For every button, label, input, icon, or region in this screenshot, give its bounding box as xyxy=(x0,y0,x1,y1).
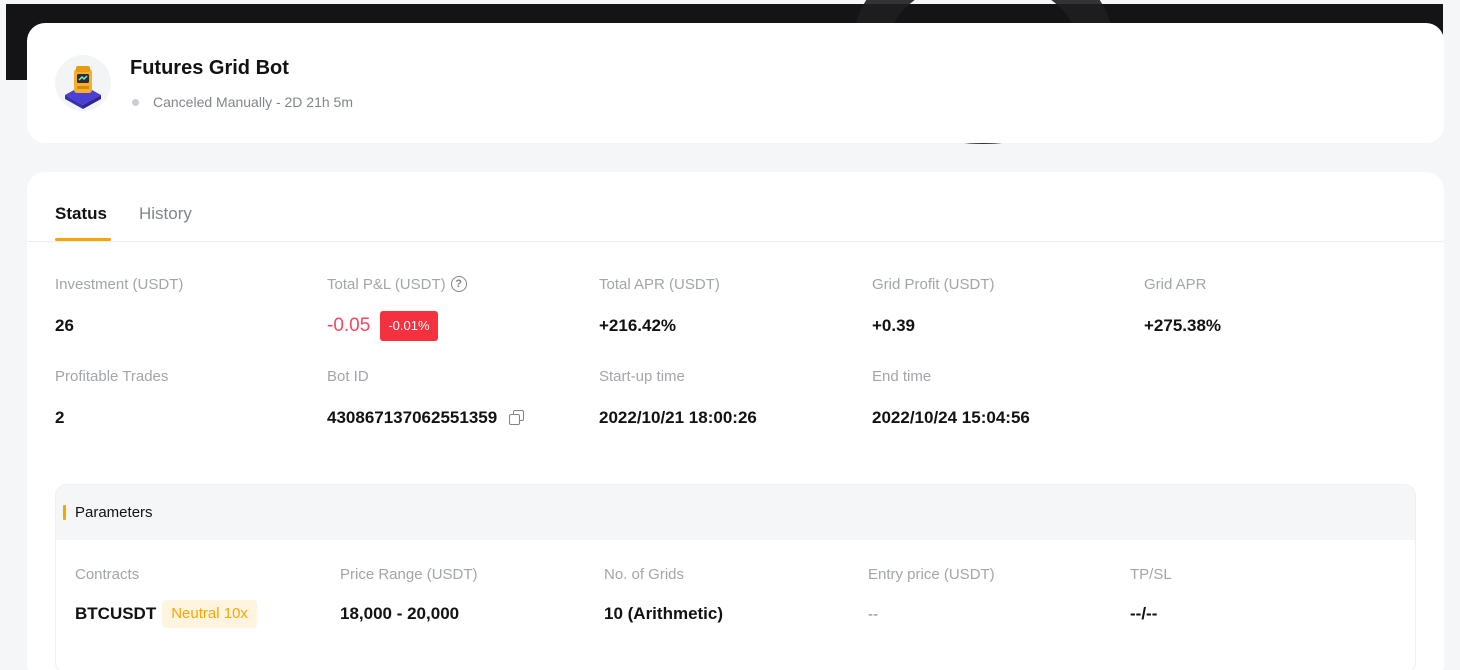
tab-bar: Status History xyxy=(27,172,1444,242)
mode-badge: Neutral 10x xyxy=(162,600,257,628)
param-value: 18,000 - 20,000 xyxy=(340,604,460,623)
parameters-panel: Parameters Contracts BTCUSDT Neutral 10x… xyxy=(55,484,1416,670)
pnl-percent-badge: -0.01% xyxy=(380,311,438,341)
stat-start-time: Start-up time 2022/10/21 18:00:26 xyxy=(599,365,757,433)
robot-icon xyxy=(55,55,111,111)
stat-bot-id: Bot ID 430867137062551359 xyxy=(327,365,525,433)
parameters-header: Parameters xyxy=(56,485,1415,540)
param-label: Entry price (USDT) xyxy=(868,565,995,583)
stat-grid-apr: Grid APR +275.38% xyxy=(1144,273,1221,341)
stat-value: +216.42% xyxy=(599,316,677,335)
stat-label: Grid APR xyxy=(1144,275,1207,293)
stat-value: 2022/10/21 18:00:26 xyxy=(599,408,757,427)
stat-value: +0.39 xyxy=(872,316,916,335)
param-contracts: Contracts BTCUSDT Neutral 10x xyxy=(75,563,257,629)
active-tab-indicator xyxy=(55,238,111,241)
param-label: TP/SL xyxy=(1130,565,1172,583)
bot-header-card: Futures Grid Bot Canceled Manually - 2D … xyxy=(27,23,1444,143)
stat-label: Grid Profit (USDT) xyxy=(872,275,995,293)
stat-value: 2022/10/24 15:04:56 xyxy=(872,408,1030,427)
stat-grid-profit: Grid Profit (USDT) +0.39 xyxy=(872,273,995,341)
total-pnl-value: -0.05 xyxy=(327,315,371,336)
question-icon[interactable]: ? xyxy=(450,276,467,292)
bot-status-text: Canceled Manually - 2D 21h 5m xyxy=(153,94,353,110)
stat-total-pnl: Total P&L (USDT) ? -0.05 -0.01% xyxy=(327,273,467,341)
param-entry-price: Entry price (USDT) -- xyxy=(868,563,995,629)
param-price-range: Price Range (USDT) 18,000 - 20,000 xyxy=(340,563,478,629)
bot-id-value: 430867137062551359 xyxy=(327,408,498,427)
param-label: No. of Grids xyxy=(604,565,685,583)
stat-profitable-trades: Profitable Trades 2 xyxy=(55,365,168,433)
param-value: BTCUSDT Neutral 10x xyxy=(75,599,257,629)
param-label: Price Range (USDT) xyxy=(340,565,478,583)
parameters-title: Parameters xyxy=(75,504,153,521)
stat-value: 26 xyxy=(55,316,74,335)
stat-label: Total APR (USDT) xyxy=(599,275,720,293)
stat-value: 2 xyxy=(55,408,65,427)
stat-label: Start-up time xyxy=(599,367,685,385)
param-tpsl: TP/SL --/-- xyxy=(1130,563,1172,629)
param-value: 10 (Arithmetic) xyxy=(604,604,724,623)
stat-label: End time xyxy=(872,367,932,385)
stat-total-apr: Total APR (USDT) +216.42% xyxy=(599,273,720,341)
copy-icon[interactable] xyxy=(509,410,525,426)
tab-history[interactable]: History xyxy=(139,204,192,224)
total-pnl-label: Total P&L (USDT) xyxy=(327,275,446,293)
param-value: --/-- xyxy=(1130,604,1158,623)
stat-value: +275.38% xyxy=(1144,316,1222,335)
bot-title: Futures Grid Bot xyxy=(130,57,289,79)
section-accent-bar xyxy=(63,505,66,520)
stat-label: Total P&L (USDT) ? xyxy=(327,273,467,295)
contract-symbol: BTCUSDT xyxy=(75,604,157,623)
stat-value: -0.05 -0.01% xyxy=(327,311,467,341)
bot-detail-card: Status History Investment (USDT) 26 Tota… xyxy=(27,172,1444,670)
status-dot-icon xyxy=(132,98,139,106)
stat-label: Profitable Trades xyxy=(55,367,169,385)
stat-label: Bot ID xyxy=(327,367,369,385)
stat-label: Investment (USDT) xyxy=(55,275,184,293)
stat-value: 430867137062551359 xyxy=(327,403,525,433)
stat-end-time: End time 2022/10/24 15:04:56 xyxy=(872,365,1030,433)
stat-investment: Investment (USDT) 26 xyxy=(55,273,183,341)
tab-status[interactable]: Status xyxy=(55,204,107,224)
param-label: Contracts xyxy=(75,565,140,583)
param-grids: No. of Grids 10 (Arithmetic) xyxy=(604,563,723,629)
bot-status: Canceled Manually - 2D 21h 5m xyxy=(130,94,353,110)
param-value: -- xyxy=(868,605,878,623)
